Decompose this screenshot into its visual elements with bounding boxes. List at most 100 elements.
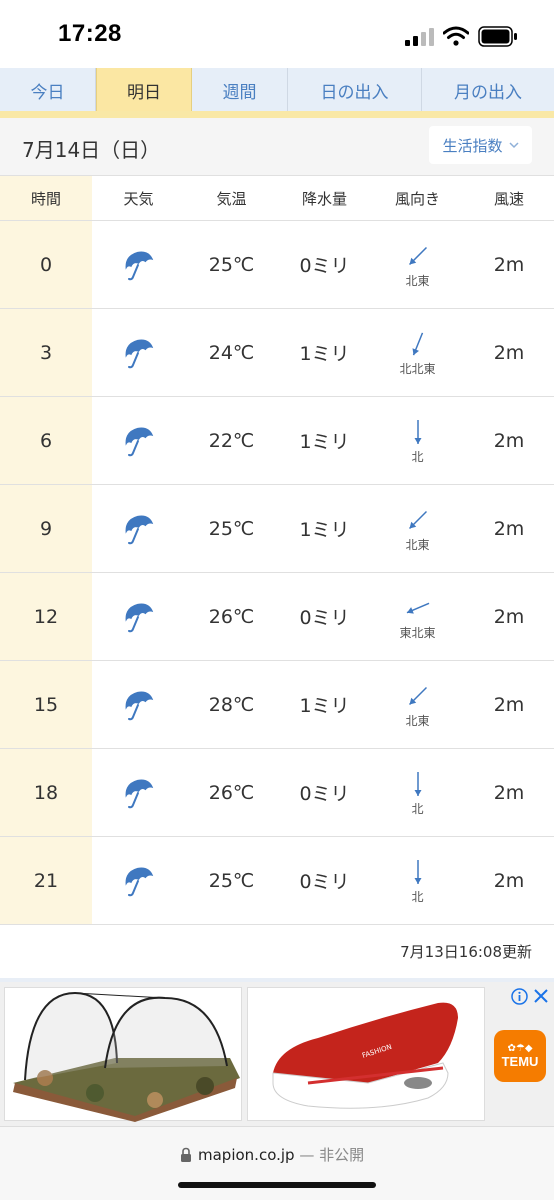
tab-tomorrow[interactable]: 明日 (96, 68, 192, 112)
table-row: 9 25℃ 1ミリ 北東 2m (0, 485, 554, 573)
wind-direction-label: 北 (411, 889, 424, 904)
status-bar: 17:28 (0, 0, 554, 68)
row-temp: 25℃ (208, 517, 255, 540)
row-temp: 26℃ (208, 605, 255, 628)
row-temp: 22℃ (208, 429, 255, 452)
row-wind-direction: 北 (371, 837, 464, 924)
row-wind-direction: 北東 (371, 485, 464, 572)
wind-arrow-icon (403, 241, 433, 271)
umbrella-icon (92, 573, 185, 660)
url-bar[interactable]: mapion.co.jp — 非公開 (0, 1126, 554, 1200)
row-wind-speed: 2m (493, 341, 525, 364)
wind-arrow-icon (403, 769, 433, 799)
header-wind-direction: 風向き (394, 189, 440, 208)
row-wind-speed: 2m (493, 253, 525, 276)
life-index-button[interactable]: 生活指数 (429, 126, 532, 164)
row-wind-direction: 北東 (371, 661, 464, 748)
life-index-label: 生活指数 (442, 136, 503, 155)
umbrella-icon (92, 749, 185, 836)
table-row: 3 24℃ 1ミリ 北北東 2m (0, 309, 554, 397)
url-private-label: — 非公開 (299, 1146, 365, 1164)
temu-logo[interactable]: ✿☂◆ TEMU (494, 1030, 546, 1082)
row-wind-direction: 北北東 (371, 309, 464, 396)
temu-brand: TEMU (501, 1054, 539, 1069)
umbrella-icon (92, 837, 185, 924)
row-time: 3 (0, 309, 92, 396)
status-time: 17:28 (58, 20, 122, 47)
umbrella-icon (92, 397, 185, 484)
home-indicator[interactable] (178, 1182, 376, 1188)
ad-shoe-image[interactable]: FASHION (247, 987, 485, 1121)
table-row: 6 22℃ 1ミリ北 2m (0, 397, 554, 485)
tab-sunrise[interactable]: 日の出入 (288, 68, 422, 112)
row-wind-speed: 2m (493, 869, 525, 892)
tab-moonrise[interactable]: 月の出入 (422, 68, 554, 112)
wind-direction-label: 北東 (405, 537, 430, 552)
wind-arrow-icon (403, 857, 433, 887)
updated-time: 7月13日16:08更新 (400, 943, 532, 961)
table-row: 12 26℃ 0ミリ東北東 2m (0, 573, 554, 661)
row-time: 21 (0, 837, 92, 924)
tab-today[interactable]: 今日 (0, 68, 96, 112)
wind-direction-label: 北東 (405, 713, 430, 728)
wind-direction-label: 東北東 (399, 625, 436, 640)
table-row: 18 26℃ 0ミリ北 2m (0, 749, 554, 837)
lock-icon (181, 1147, 191, 1162)
row-time: 18 (0, 749, 92, 836)
row-wind-speed: 2m (493, 781, 525, 804)
wind-arrow-icon (403, 593, 433, 623)
wind-arrow-icon (403, 417, 433, 447)
row-temp: 25℃ (208, 869, 255, 892)
header-weather: 天気 (123, 189, 154, 208)
row-wind-speed: 2m (493, 429, 525, 452)
header-rain: 降水量 (301, 189, 347, 208)
url-domain: mapion.co.jp (198, 1146, 295, 1164)
row-wind-speed: 2m (493, 517, 525, 540)
row-temp: 25℃ (208, 253, 255, 276)
row-rain: 1ミリ (299, 695, 350, 717)
row-rain: 1ミリ (299, 431, 350, 453)
ad-banner[interactable]: FASHION ✿☂◆ TEMU (0, 982, 554, 1126)
umbrella-icon (92, 309, 185, 396)
temu-icons: ✿☂◆ (507, 1043, 533, 1054)
tab-week[interactable]: 週間 (192, 68, 288, 112)
row-wind-direction: 北 (371, 749, 464, 836)
row-wind-speed: 2m (493, 693, 525, 716)
ad-close-icon[interactable] (533, 988, 549, 1004)
table-row: 15 28℃ 1ミリ 北東 2m (0, 661, 554, 749)
umbrella-icon (92, 661, 185, 748)
row-wind-direction: 北東 (371, 221, 464, 308)
wind-direction-label: 北 (411, 449, 424, 464)
header-wind-speed: 風速 (493, 189, 524, 208)
row-wind-direction: 北 (371, 397, 464, 484)
tab-underline (0, 111, 554, 118)
row-temp: 28℃ (208, 693, 255, 716)
wind-arrow-icon (403, 329, 433, 359)
row-rain: 0ミリ (299, 607, 350, 629)
row-time: 0 (0, 221, 92, 308)
battery-icon (478, 26, 517, 47)
chevron-down-icon (508, 142, 519, 149)
table-header: 時間 天気 気温 降水量 風向き 風速 (0, 176, 554, 221)
row-wind-direction: 東北東 (371, 573, 464, 660)
wind-direction-label: 北 (411, 801, 424, 816)
ad-info-icon[interactable] (511, 988, 528, 1005)
row-rain: 0ミリ (299, 255, 350, 277)
row-wind-speed: 2m (493, 605, 525, 628)
tab-bar: 今日 明日 週間 日の出入 月の出入 (0, 68, 554, 112)
url-text[interactable]: mapion.co.jp — 非公開 (198, 1144, 364, 1165)
row-time: 6 (0, 397, 92, 484)
table-row: 0 25℃ 0ミリ北東 2m (0, 221, 554, 309)
row-rain: 0ミリ (299, 783, 350, 805)
wifi-icon (443, 26, 469, 46)
ad-tent-image[interactable] (4, 987, 242, 1122)
date-label: 7月14日（日） (22, 138, 161, 162)
table-row: 21 25℃ 0ミリ北 2m (0, 837, 554, 925)
tent-illustration (13, 991, 240, 1122)
row-temp: 26℃ (208, 781, 255, 804)
shoe-illustration: FASHION (272, 1002, 458, 1109)
wind-direction-label: 北東 (405, 273, 430, 288)
umbrella-icon (92, 485, 185, 572)
wind-arrow-icon (403, 681, 433, 711)
row-time: 12 (0, 573, 92, 660)
